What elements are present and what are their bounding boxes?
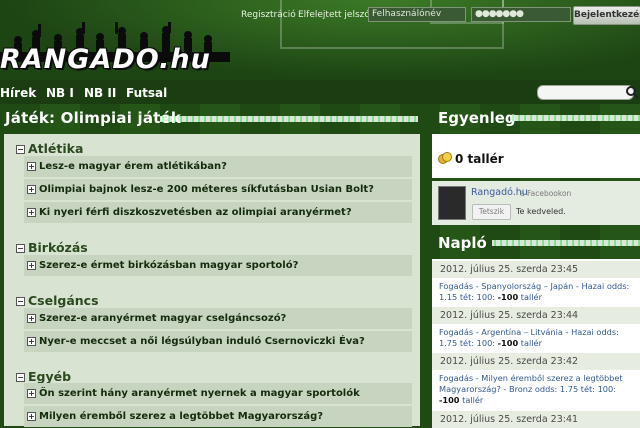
question-label: Lesz-e magyar érem atlétikában? bbox=[39, 161, 227, 172]
log-entry-amount: -100 bbox=[497, 338, 519, 348]
log-entry-unit: tallér bbox=[520, 338, 542, 348]
collapse-icon[interactable]: − bbox=[16, 297, 25, 306]
category-header[interactable]: − Cselgáncs bbox=[16, 293, 99, 308]
like-status-text: Te kedveled. bbox=[516, 207, 566, 216]
nav-item-nb2[interactable]: NB II bbox=[84, 86, 116, 100]
log-date: 2012. július 25. szerda 23:44 bbox=[432, 307, 640, 324]
expand-icon[interactable]: + bbox=[27, 388, 36, 398]
question-item[interactable]: + Milyen éremből szerez a legtöbbet Magya… bbox=[24, 406, 412, 427]
title-bar: Játék: Olimpiai játék bbox=[0, 107, 420, 129]
log-date: 2012. július 25. szerda 23:42 bbox=[432, 353, 640, 370]
question-label: Szerez-e aranyérmet magyar cselgáncsozó? bbox=[39, 313, 287, 324]
category-label: Birkózás bbox=[28, 240, 88, 255]
nav-item-hirek[interactable]: Hírek bbox=[0, 86, 36, 100]
expand-icon[interactable]: + bbox=[27, 184, 36, 194]
balance-title: Egyenleg bbox=[438, 109, 516, 127]
log-list: 2012. július 25. szerda 23:45 Fogadás - … bbox=[432, 259, 640, 428]
collapse-icon[interactable]: − bbox=[16, 373, 25, 382]
page-title: Játék: Olimpiai játék bbox=[5, 109, 182, 127]
log-entry: Fogadás - Spanyolország – Japán - Hazai … bbox=[439, 281, 639, 303]
question-item[interactable]: + Szerez-e aranyérmet magyar cselgáncsozó… bbox=[24, 308, 412, 329]
password-input[interactable]: ●●●●●●● bbox=[471, 7, 571, 22]
facebook-page-thumbnail[interactable] bbox=[438, 186, 466, 220]
log-entry-unit: tallér bbox=[520, 292, 542, 302]
facebook-like-button[interactable]: Tetszik bbox=[472, 204, 511, 220]
nav-item-futsal[interactable]: Futsal bbox=[126, 86, 167, 100]
expand-icon[interactable]: + bbox=[27, 260, 36, 270]
question-item[interactable]: + Szerez-e érmet birkózásban magyar sport… bbox=[24, 255, 412, 276]
quiz-panel: − Atlétika + Lesz-e magyar érem atlétikába… bbox=[4, 134, 420, 427]
log-entry: Fogadás - Argentína – Litvánia - Hazai o… bbox=[439, 327, 639, 349]
category-header[interactable]: − Egyéb bbox=[16, 369, 71, 384]
log-title: Napló bbox=[438, 234, 487, 252]
category-label: Atlétika bbox=[28, 141, 84, 156]
question-item[interactable]: + Lesz-e magyar érem atlétikában? bbox=[24, 156, 412, 177]
category-label: Egyéb bbox=[28, 369, 72, 384]
decorative-stripe bbox=[160, 116, 418, 122]
log-entry-amount: -100 bbox=[439, 395, 460, 405]
coin-icon bbox=[438, 152, 452, 164]
main-nav: Hírek NB I NB II Futsal bbox=[0, 80, 640, 104]
log-entry-unit: tallér bbox=[462, 395, 484, 405]
log-entry-amount: -100 bbox=[497, 292, 519, 302]
expand-icon[interactable]: + bbox=[27, 411, 36, 421]
question-label: Olimpiai bajnok lesz-e 200 méteres síkfu… bbox=[39, 184, 374, 195]
log-entry-text: Fogadás - Milyen éremből szerez a legtöb… bbox=[439, 373, 623, 394]
search-input[interactable] bbox=[537, 85, 634, 100]
expand-icon[interactable]: + bbox=[27, 313, 36, 323]
log-entry: Fogadás - Milyen éremből szerez a legtöb… bbox=[439, 373, 639, 406]
site-header: RANGADO.hu Regisztráció Elfelejtett jels… bbox=[0, 0, 640, 80]
question-item[interactable]: + Olimpiai bajnok lesz-e 200 méteres síkf… bbox=[24, 179, 412, 200]
question-item[interactable]: + Nyer-e meccset a női légsúlyban induló … bbox=[24, 331, 412, 352]
question-item[interactable]: + Ön szerint hány aranyérmet nyernek a ma… bbox=[24, 383, 412, 420]
category-label: Cselgáncs bbox=[28, 293, 99, 308]
category-header[interactable]: − Birkózás bbox=[16, 240, 88, 255]
main-content: Játék: Olimpiai játék − Atlétika + Lesz-e … bbox=[0, 104, 426, 427]
collapse-icon[interactable]: − bbox=[16, 244, 25, 253]
question-label: Ki nyeri férfi diszkoszvetésben az olimp… bbox=[39, 207, 352, 218]
register-link[interactable]: Regisztráció bbox=[241, 10, 296, 20]
nav-item-nb1[interactable]: NB I bbox=[46, 86, 74, 100]
expand-icon[interactable]: + bbox=[27, 336, 36, 346]
expand-icon[interactable]: + bbox=[27, 207, 36, 217]
question-label: Milyen éremből szerez a legtöbbet Magyar… bbox=[39, 411, 324, 422]
username-input[interactable]: Felhasználónév bbox=[368, 7, 466, 22]
balance-value: 0 tallér bbox=[455, 152, 504, 166]
question-item[interactable]: + Ki nyeri férfi diszkoszvetésben az olim… bbox=[24, 202, 412, 223]
search-icon[interactable] bbox=[625, 85, 640, 100]
expand-icon[interactable]: + bbox=[27, 161, 36, 171]
balance-box: 0 tallér bbox=[432, 134, 640, 178]
category-header[interactable]: − Atlétika bbox=[16, 141, 83, 156]
collapse-icon[interactable]: − bbox=[16, 145, 25, 154]
decorative-stripe bbox=[510, 115, 640, 121]
log-date: 2012. július 25. szerda 23:41 bbox=[432, 411, 640, 428]
forgot-password-link[interactable]: Elfelejtett jelszó bbox=[298, 10, 370, 20]
login-button[interactable]: Bejelentkezés bbox=[573, 6, 640, 25]
like-label: Tetszik bbox=[478, 207, 505, 216]
question-label: Szerez-e érmet birkózásban magyar sporto… bbox=[39, 260, 299, 271]
right-sidebar: Egyenleg 0 tallér Rangadó.hu a Facebooko… bbox=[432, 104, 640, 428]
site-logo[interactable]: RANGADO.hu bbox=[0, 44, 211, 75]
facebook-widget: Rangadó.hu a Facebookon Tetszik Te kedve… bbox=[432, 181, 640, 225]
facebook-suffix: a Facebookon bbox=[520, 189, 572, 198]
log-date: 2012. július 25. szerda 23:45 bbox=[432, 261, 640, 278]
question-label: Nyer-e meccset a női légsúlyban induló C… bbox=[39, 336, 365, 347]
decorative-stripe bbox=[492, 240, 640, 246]
